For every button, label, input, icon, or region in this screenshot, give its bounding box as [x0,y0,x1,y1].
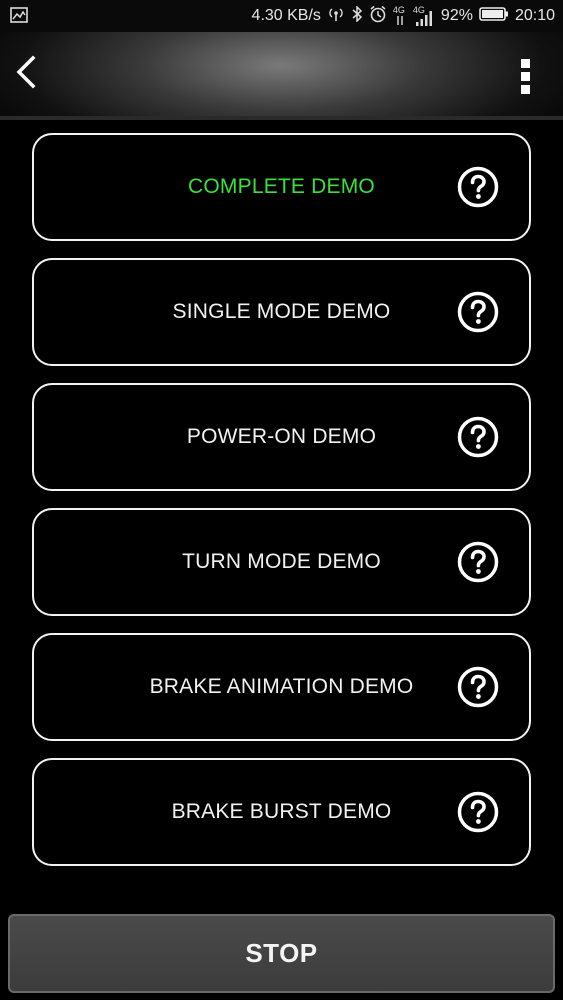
help-icon[interactable] [457,416,499,458]
help-icon[interactable] [457,291,499,333]
demo-item[interactable]: BRAKE ANIMATION DEMO [32,633,531,741]
demo-item[interactable]: BRAKE BURST DEMO [32,758,531,866]
stop-button-label: STOP [245,938,318,968]
signal-icon: 4G [413,5,435,27]
demo-item[interactable]: POWER-ON DEMO [32,383,531,491]
demo-label: SINGLE MODE DEMO [172,300,391,323]
demo-item[interactable]: SINGLE MODE DEMO [32,258,531,366]
app-bar-divider [0,116,563,120]
help-icon[interactable] [457,791,499,833]
demo-label: POWER-ON DEMO [186,425,377,448]
hotspot-icon [327,6,345,27]
stop-button[interactable]: STOP [8,914,555,993]
demo-label: TURN MODE DEMO [182,550,381,573]
demo-label: BRAKE ANIMATION DEMO [149,675,414,698]
battery-percent: 92% [440,7,473,24]
demo-label: COMPLETE DEMO [188,175,375,198]
demo-list: COMPLETE DEMO SINGLE MODE DEMO POWER-ON DE… [32,133,531,883]
alarm-icon [369,5,387,28]
network-speed: 4.30 KB/s [251,7,321,24]
demo-item[interactable]: TURN MODE DEMO [32,508,531,616]
image-notification-icon [10,7,28,23]
battery-icon [479,6,509,27]
demo-item[interactable]: COMPLETE DEMO [32,133,531,241]
mobile-data-icon: 4G [393,5,407,27]
help-icon[interactable] [457,666,499,708]
chevron-left-icon [15,55,37,94]
status-bar: 4.30 KB/s 4G 4G 92% 20:10 [0,0,563,32]
demo-label: BRAKE BURST DEMO [171,800,392,823]
overflow-menu-button[interactable] [517,56,533,96]
network-type-label: 4G [392,5,405,15]
clock: 20:10 [514,7,555,24]
help-icon[interactable] [457,541,499,583]
app-bar [0,32,563,120]
bluetooth-icon [351,4,363,27]
back-button[interactable] [6,52,46,96]
help-icon[interactable] [457,166,499,208]
